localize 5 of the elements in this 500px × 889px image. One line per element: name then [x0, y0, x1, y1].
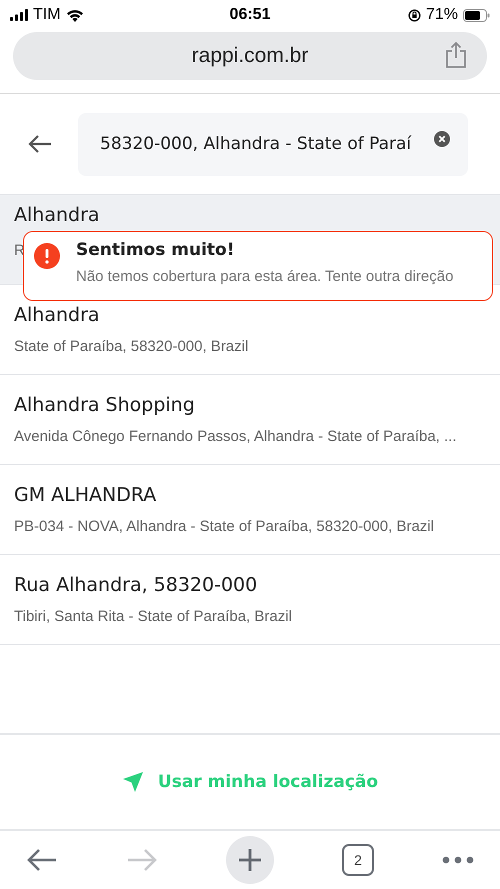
toast-message: Não temos cobertura para esta área. Tente outra direção: [76, 268, 454, 285]
clock-time: 06:51: [230, 6, 270, 24]
battery-percent: 71%: [426, 6, 458, 24]
carrier-name: TIM: [33, 6, 61, 24]
toast-title: Sentimos muito!: [76, 240, 236, 260]
